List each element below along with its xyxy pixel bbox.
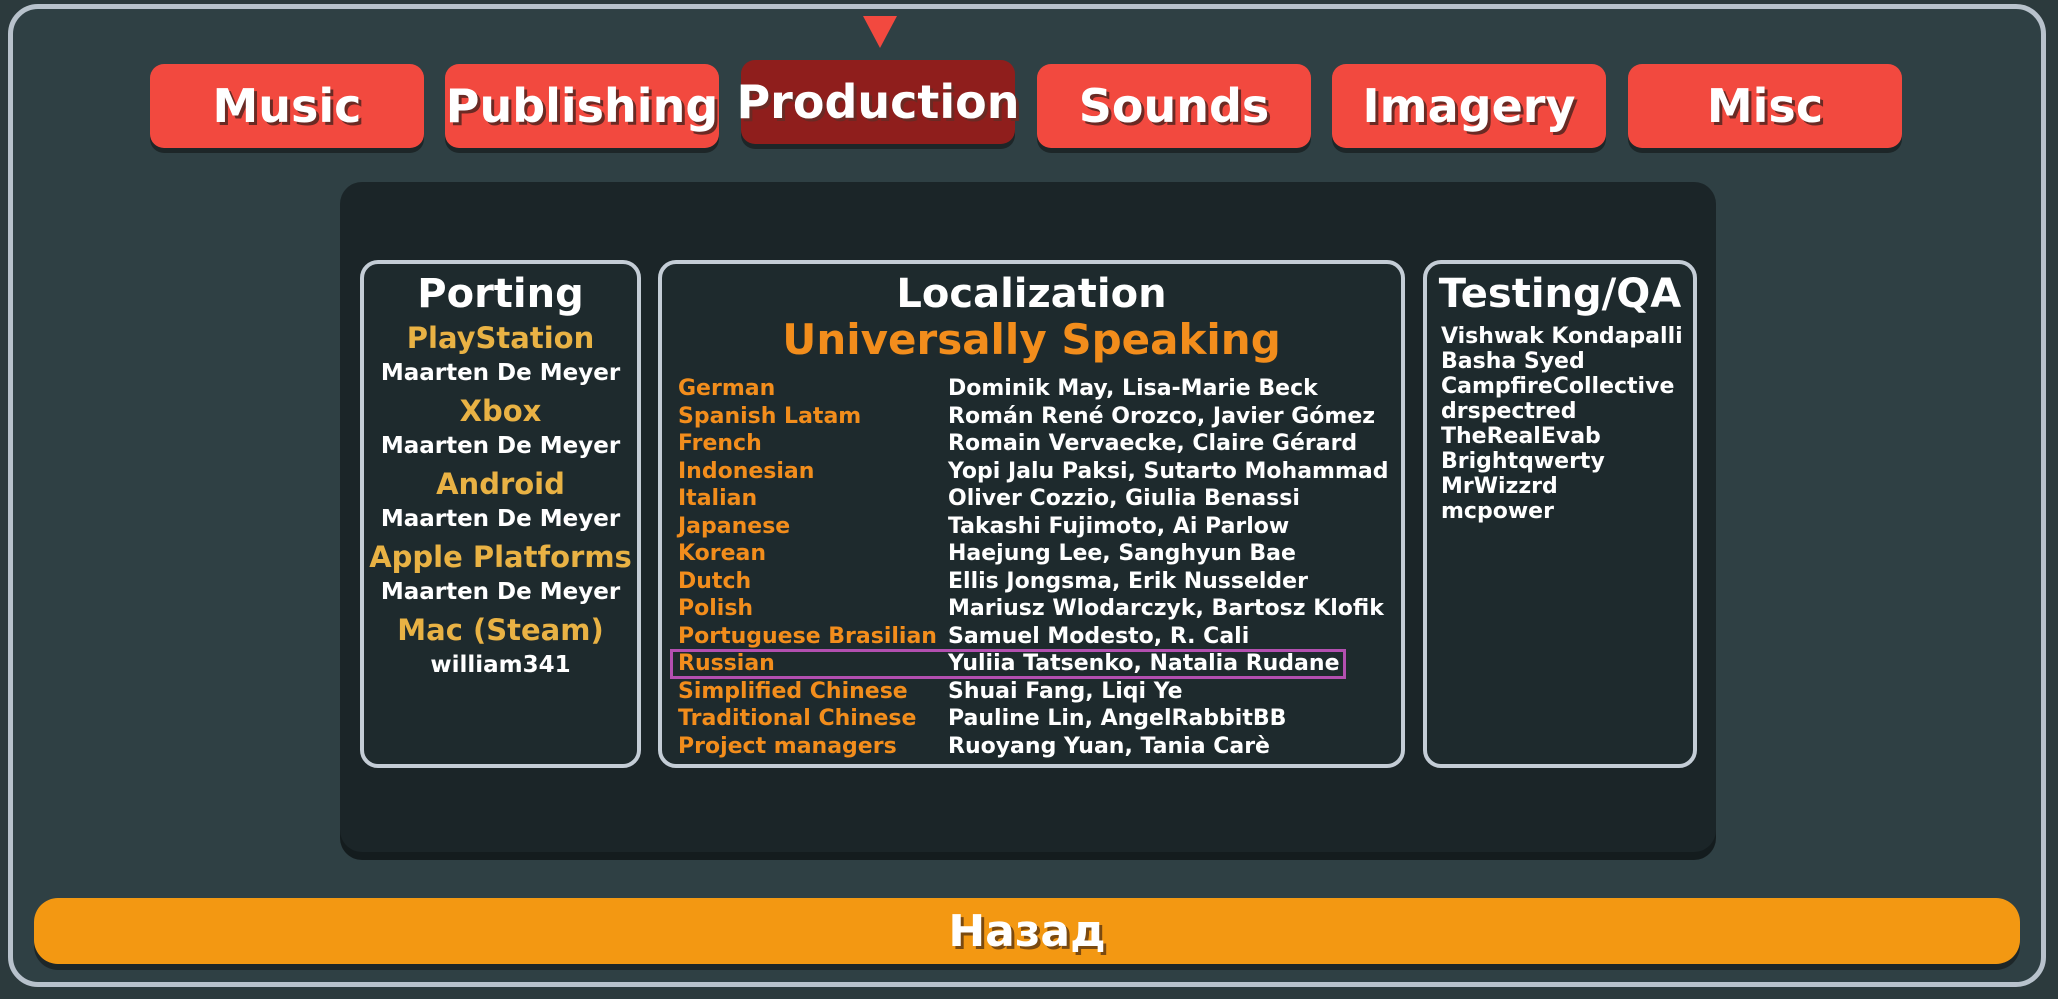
localization-title: Localization — [896, 271, 1167, 317]
tester-name: TheRealEvab — [1441, 424, 1601, 449]
localization-row: Dutch Ellis Jongsma, Erik Nusselder — [678, 568, 1398, 596]
language-label: Italian — [678, 486, 758, 512]
translator-names: Román René Orozco, Javier Gómez — [948, 403, 1376, 429]
tab-label: Music — [212, 79, 362, 133]
localization-row: Simplified Chinese Shuai Fang, Liqi Ye — [678, 678, 1398, 706]
tab-misc[interactable]: Misc — [1628, 64, 1902, 148]
tab-label: Publishing — [445, 79, 719, 133]
platform-credit: Maarten De Meyer — [380, 360, 621, 386]
qa-title: Testing/QA — [1438, 271, 1682, 317]
language-label: German — [678, 376, 776, 402]
language-label: Japanese — [678, 513, 791, 539]
tab-music[interactable]: Music — [150, 64, 424, 148]
tab-label: Sounds — [1078, 79, 1270, 133]
localization-row: Polish Mariusz Wlodarczyk, Bartosz Klofik — [678, 595, 1398, 623]
tab-production[interactable]: Production — [736, 60, 1020, 144]
localization-row: French Romain Vervaecke, Claire Gérard — [678, 430, 1398, 458]
language-label: Russian — [678, 651, 775, 677]
tester-name: drspectred — [1441, 399, 1577, 424]
localization-row: Indonesian Yopi Jalu Paksi, Sutarto Moham… — [678, 458, 1398, 486]
localization-company: Universally Speaking — [782, 315, 1281, 364]
tester-name: Vishwak Kondapalli — [1441, 324, 1683, 349]
language-label: Project managers — [678, 733, 897, 759]
language-label: Spanish Latam — [678, 403, 862, 429]
translator-names: Romain Vervaecke, Claire Gérard — [948, 431, 1358, 457]
localization-row: Traditional Chinese Pauline Lin, AngelRab… — [678, 705, 1398, 733]
localization-row: Korean Haejung Lee, Sanghyun Bae — [678, 540, 1398, 568]
translator-names: Samuel Modesto, R. Cali — [948, 623, 1250, 649]
localization-list: German Dominik May, Lisa-Marie Beck Spani… — [670, 375, 1398, 761]
language-label: Traditional Chinese — [678, 706, 917, 732]
translator-names: Haejung Lee, Sanghyun Bae — [948, 541, 1296, 567]
platform-label: PlayStation — [406, 321, 595, 355]
translator-names: Mariusz Wlodarczyk, Bartosz Klofik — [948, 596, 1384, 622]
tab-publishing[interactable]: Publishing — [445, 64, 719, 148]
localization-row: Italian Oliver Cozzio, Giulia Benassi — [678, 485, 1398, 513]
tester-name: MrWizzrd — [1441, 474, 1558, 499]
localization-row: Japanese Takashi Fujimoto, Ai Parlow — [678, 513, 1398, 541]
localization-row: German Dominik May, Lisa-Marie Beck — [678, 375, 1398, 403]
translator-names: Shuai Fang, Liqi Ye — [948, 678, 1183, 704]
tester-name: CampfireCollective — [1441, 374, 1675, 399]
localization-section: Localization Universally Speaking German… — [658, 260, 1405, 768]
localization-row: Project managers Ruoyang Yuan, Tania Carè — [678, 733, 1398, 761]
platform-credit: Maarten De Meyer — [380, 506, 621, 532]
porting-section: Porting PlayStation Maarten De Meyer Xbo… — [360, 260, 641, 768]
language-label: French — [678, 431, 762, 457]
tester-list: Vishwak Kondapalli Basha Syed CampfireCo… — [1427, 324, 1693, 524]
language-label: Polish — [678, 596, 754, 622]
localization-row: Spanish Latam Román René Orozco, Javier G… — [678, 403, 1398, 431]
testing-qa-section: Testing/QA Vishwak Kondapalli Basha Syed… — [1423, 260, 1697, 768]
tester-name: mcpower — [1441, 499, 1554, 524]
category-tabs: Music Publishing Production Sounds Image… — [0, 0, 2058, 160]
platform-credit: Maarten De Meyer — [380, 579, 621, 605]
translator-names: Pauline Lin, AngelRabbitBB — [948, 706, 1287, 732]
language-label: Simplified Chinese — [678, 678, 908, 704]
platform-label: Mac (Steam) — [397, 613, 604, 647]
back-button-label: Назад — [948, 905, 1106, 957]
porting-title: Porting — [417, 271, 584, 317]
localization-row: Portuguese Brasilian Samuel Modesto, R. C… — [678, 623, 1398, 651]
platform-label: Android — [436, 467, 565, 501]
tester-name: Basha Syed — [1441, 349, 1585, 374]
translator-names: Ellis Jongsma, Erik Nusselder — [948, 568, 1308, 594]
language-label: Indonesian — [678, 458, 815, 484]
translator-names: Yuliia Tatsenko, Natalia Rudane — [948, 651, 1340, 677]
tester-name: Brightqwerty — [1441, 449, 1605, 474]
tab-label: Imagery — [1362, 79, 1576, 133]
tab-label: Production — [736, 75, 1020, 129]
translator-names: Oliver Cozzio, Giulia Benassi — [948, 486, 1300, 512]
tab-sounds[interactable]: Sounds — [1037, 64, 1311, 148]
tab-imagery[interactable]: Imagery — [1332, 64, 1606, 148]
translator-names: Yopi Jalu Paksi, Sutarto Mohammad — [948, 458, 1389, 484]
platform-credit: william341 — [430, 652, 571, 678]
translator-names: Takashi Fujimoto, Ai Parlow — [948, 513, 1290, 539]
language-label: Korean — [678, 541, 767, 567]
active-tab-pointer-icon — [863, 16, 897, 48]
localization-row-selected[interactable]: Russian Yuliia Tatsenko, Natalia Rudane — [670, 649, 1398, 679]
translator-names: Ruoyang Yuan, Tania Carè — [948, 733, 1270, 759]
platform-credit: Maarten De Meyer — [380, 433, 621, 459]
platform-label: Apple Platforms — [369, 540, 632, 574]
language-label: Dutch — [678, 568, 752, 594]
language-label: Portuguese Brasilian — [678, 623, 937, 649]
translator-names: Dominik May, Lisa-Marie Beck — [948, 376, 1318, 402]
platform-label: Xbox — [459, 394, 542, 428]
tab-label: Misc — [1706, 79, 1824, 133]
back-button[interactable]: Назад — [34, 898, 2020, 964]
